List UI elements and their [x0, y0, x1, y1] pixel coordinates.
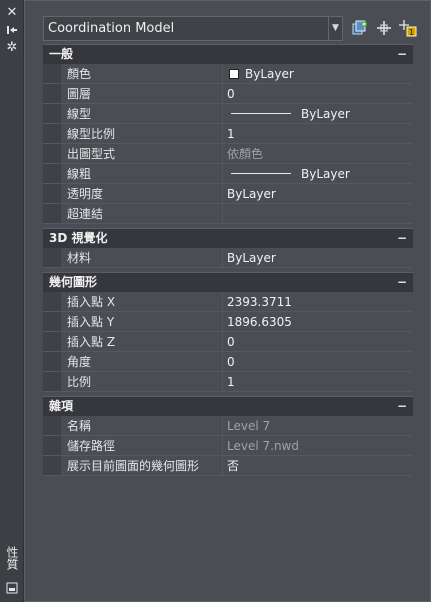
property-row[interactable]: 顏色 ByLayer [43, 64, 413, 84]
collapse-icon[interactable]: − [397, 273, 407, 292]
property-value[interactable]: ByLayer [223, 64, 413, 83]
property-value[interactable]: 0 [223, 84, 413, 103]
property-name: 插入點 Y [61, 312, 223, 331]
property-name: 插入點 X [61, 292, 223, 311]
property-row[interactable]: 線型比例 1 [43, 124, 413, 144]
property-value[interactable]: 否 [223, 456, 413, 475]
property-row[interactable]: 名稱 Level 7 [43, 416, 413, 436]
category-title: 一般 [49, 47, 74, 61]
category-title: 幾何圖形 [49, 275, 98, 289]
svg-text:1: 1 [409, 28, 414, 37]
category-title: 3D 視覺化 [49, 231, 108, 245]
property-row[interactable]: 儲存路徑 Level 7.nwd [43, 436, 413, 456]
property-value[interactable]: 0 [223, 352, 413, 371]
property-name: 比例 [61, 372, 223, 391]
property-row[interactable]: 圖層 0 [43, 84, 413, 104]
property-row[interactable]: 透明度 ByLayer [43, 184, 413, 204]
property-name: 顏色 [61, 64, 223, 83]
property-row[interactable]: 超連結 [43, 204, 413, 224]
chevron-down-icon[interactable]: ▼ [328, 17, 342, 40]
property-name: 透明度 [61, 184, 223, 203]
property-name: 名稱 [61, 416, 223, 435]
palette-menu-icon[interactable] [4, 582, 20, 596]
property-value: Level 7.nwd [227, 439, 299, 453]
properties-toolbar: Coordination Model ▼ 1 [43, 16, 423, 42]
property-row[interactable]: 出圖型式 依顏色 [43, 144, 413, 164]
property-name: 線粗 [61, 164, 223, 183]
category-title: 雜項 [49, 399, 74, 413]
dropdown-value: Coordination Model [48, 21, 175, 36]
property-row[interactable]: 插入點 X 2393.3711 [43, 292, 413, 312]
quick-select-icon[interactable] [351, 19, 369, 37]
property-row[interactable]: 材料 ByLayer [43, 248, 413, 268]
property-value: 依顏色 [227, 147, 264, 161]
toggle-pickadd-icon[interactable]: 1 [399, 19, 417, 37]
property-name: 超連結 [61, 204, 223, 223]
property-row[interactable]: 角度 0 [43, 352, 413, 372]
property-value: Level 7 [227, 419, 271, 433]
palette-side-strip: ✕ ✲ 性質 [0, 0, 24, 602]
property-row[interactable]: 插入點 Z 0 [43, 332, 413, 352]
property-name: 出圖型式 [61, 144, 223, 163]
property-value[interactable] [223, 204, 413, 223]
palette-title: 性質 [5, 546, 19, 570]
auto-hide-icon[interactable] [4, 24, 20, 38]
lineweight-preview-icon [231, 173, 291, 174]
select-objects-icon[interactable] [375, 19, 393, 37]
property-name: 圖層 [61, 84, 223, 103]
property-value[interactable]: 1 [223, 124, 413, 143]
property-value[interactable]: 2393.3711 [223, 292, 413, 311]
collapse-icon[interactable]: − [397, 397, 407, 416]
property-name: 角度 [61, 352, 223, 371]
linetype-preview-icon [231, 113, 291, 114]
property-row[interactable]: 線粗 ByLayer [43, 164, 413, 184]
property-value[interactable]: 1896.6305 [223, 312, 413, 331]
close-icon[interactable]: ✕ [4, 6, 20, 20]
category-general[interactable]: 一般 − [43, 44, 413, 64]
property-value[interactable]: ByLayer [223, 184, 413, 203]
object-type-dropdown[interactable]: Coordination Model ▼ [43, 16, 343, 41]
property-value[interactable]: 0 [223, 332, 413, 351]
property-value[interactable]: ByLayer [223, 104, 413, 123]
property-value[interactable]: ByLayer [223, 164, 413, 183]
property-row[interactable]: 線型 ByLayer [43, 104, 413, 124]
property-grid: 一般 − 顏色 ByLayer 圖層 0 線型 ByLayer 線型比例 1 出… [43, 44, 413, 476]
property-row[interactable]: 插入點 Y 1896.6305 [43, 312, 413, 332]
property-name: 展示目前圖面的幾何圖形 [61, 456, 223, 475]
property-value[interactable]: ByLayer [223, 248, 413, 267]
gear-icon[interactable]: ✲ [4, 41, 20, 55]
collapse-icon[interactable]: − [397, 229, 407, 248]
property-row[interactable]: 比例 1 [43, 372, 413, 392]
properties-panel: Coordination Model ▼ 1 一般 − 顏色 ByLayer 圖… [24, 0, 431, 602]
property-value[interactable]: 1 [223, 372, 413, 391]
property-row[interactable]: 展示目前圖面的幾何圖形 否 [43, 456, 413, 476]
property-name: 儲存路徑 [61, 436, 223, 455]
property-name: 線型 [61, 104, 223, 123]
category-misc[interactable]: 雜項 − [43, 396, 413, 416]
property-name: 線型比例 [61, 124, 223, 143]
property-name: 插入點 Z [61, 332, 223, 351]
property-name: 材料 [61, 248, 223, 267]
collapse-icon[interactable]: − [397, 45, 407, 64]
color-swatch-icon [229, 69, 239, 79]
category-3d-visualization[interactable]: 3D 視覺化 − [43, 228, 413, 248]
category-geometry[interactable]: 幾何圖形 − [43, 272, 413, 292]
